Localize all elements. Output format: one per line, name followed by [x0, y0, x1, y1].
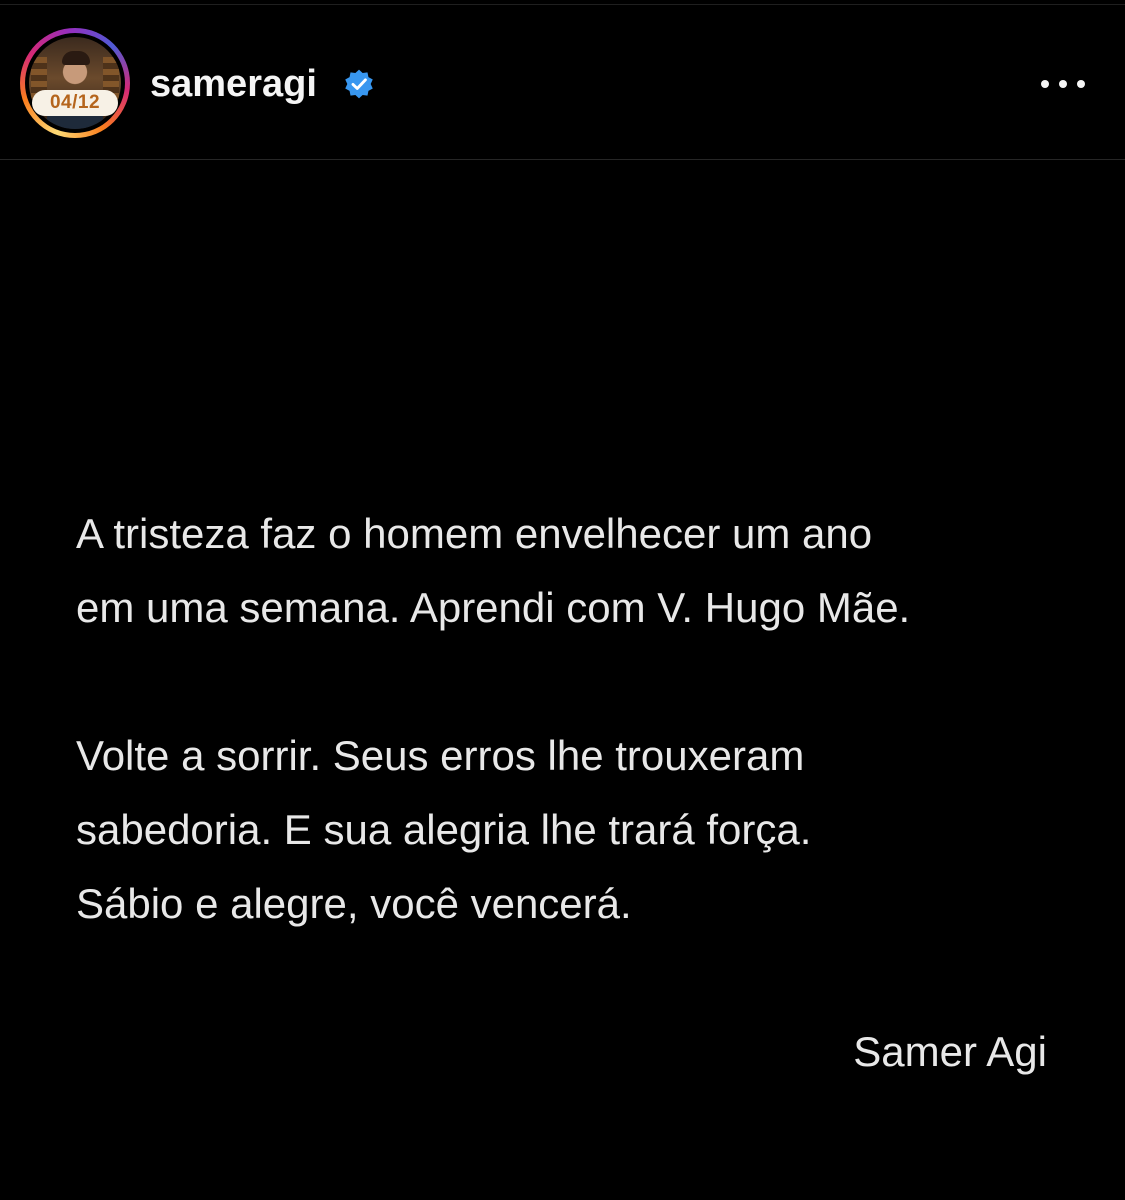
quote-line: Sábio e alegre, você vencerá.: [76, 880, 632, 927]
quote-line: Volte a sorrir. Seus erros lhe trouxeram: [76, 732, 805, 779]
quote-line: sabedoria. E sua alegria lhe trará força…: [76, 806, 812, 853]
story-ring[interactable]: 04/12: [20, 28, 130, 138]
username[interactable]: sameragi: [150, 62, 317, 106]
post-image: A tristeza faz o homem envelhecer um ano…: [0, 161, 1125, 1200]
quote-line: A tristeza faz o homem envelhecer um ano: [76, 510, 873, 557]
quote-signature: Samer Agi: [853, 1028, 1047, 1075]
quote-paragraph-1: A tristeza faz o homem envelhecer um ano…: [76, 497, 1076, 645]
avatar-hair: [62, 51, 90, 65]
more-options-button[interactable]: [1035, 66, 1091, 102]
more-horizontal-icon: [1041, 80, 1049, 88]
verified-badge-icon: [345, 69, 373, 99]
quote-line: em uma semana. Aprendi com V. Hugo Mãe.: [76, 584, 911, 631]
avatar-date-badge: 04/12: [32, 90, 118, 116]
more-dot: [1077, 80, 1085, 88]
post-header: 04/12 sameragi: [0, 0, 1125, 160]
quote-paragraph-2: Volte a sorrir. Seus erros lhe trouxeram…: [76, 719, 1076, 941]
more-dot: [1059, 80, 1067, 88]
